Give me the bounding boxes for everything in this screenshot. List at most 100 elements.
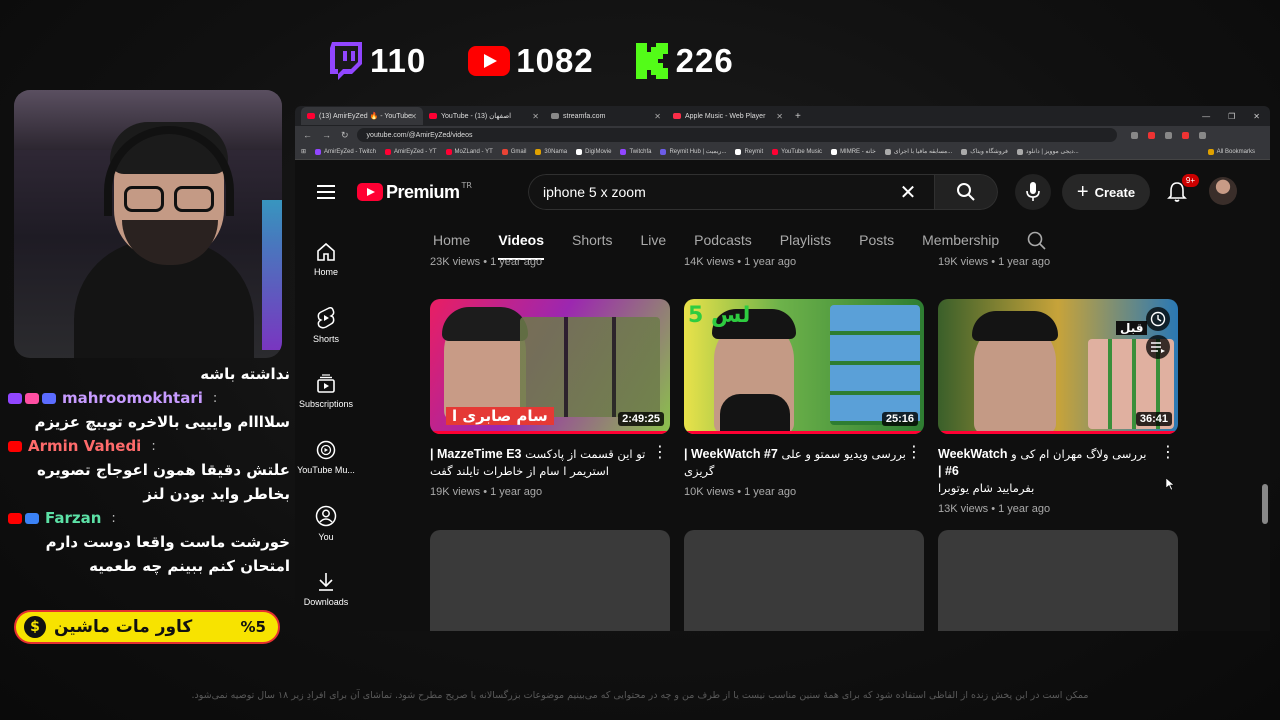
bookmark[interactable]: Reymit (735, 148, 763, 155)
create-button[interactable]: + Create (1062, 174, 1150, 210)
extension-icon[interactable] (1130, 131, 1138, 139)
browser-tab[interactable]: streamfa.com ✕ (545, 107, 667, 125)
close-tab-icon[interactable]: ✕ (410, 112, 417, 121)
extension-icon[interactable] (1164, 131, 1172, 139)
search-input[interactable] (528, 174, 934, 210)
bookmark[interactable]: مسابقه مافیا با اجرای... (884, 148, 952, 155)
tab-posts[interactable]: Posts (859, 224, 894, 256)
sidebar-item-you[interactable]: You (295, 490, 357, 556)
page-scrollbar[interactable] (1262, 484, 1268, 524)
close-tab-icon[interactable]: ✕ (776, 112, 783, 121)
url-field[interactable]: youtube.com/@AmirEyZed/videos (356, 128, 1117, 142)
video-thumbnail[interactable]: قبل 36:41 (938, 299, 1178, 434)
tab-home[interactable]: Home (433, 224, 470, 256)
extension-icon[interactable] (1147, 131, 1155, 139)
logo-text: Premium (386, 181, 460, 202)
sub-badge-icon (42, 392, 56, 404)
chat-message-text: سلاااام وایییی بالاخره تویبچ عزیزم (34, 413, 290, 431)
sidebar-item-subscriptions[interactable]: Subscriptions (295, 358, 357, 424)
thumbnail-overlay-text: لس 5 (688, 303, 751, 328)
notifications-button[interactable]: 9+ (1161, 174, 1199, 208)
sidebar-item-home[interactable]: Home (295, 226, 357, 292)
chat-message-text: خورشت ماست واقعا دوست دارم امتحان کنم بب… (45, 533, 290, 575)
video-thumbnail[interactable]: لس 5 25:16 (684, 299, 924, 434)
tab-videos[interactable]: Videos (498, 224, 544, 260)
youtube-premium-logo[interactable]: Premium TR (357, 181, 472, 203)
bookmark[interactable]: Reymit Hub | ریمیت... (660, 148, 726, 155)
subscriptions-icon (317, 373, 335, 393)
loading-thumbnail-placeholder (430, 530, 670, 631)
video-title[interactable]: تو این قسمت از پادکست MazzeTime E3 | است… (430, 446, 670, 480)
video-thumbnail[interactable]: سام صابری ا 2:49:25 (430, 299, 670, 434)
close-tab-icon[interactable]: ✕ (654, 112, 661, 121)
video-card[interactable]: قبل 36:41 بررسی ولاگ مهران ام کی و WeekW… (938, 299, 1178, 515)
more-options-icon[interactable]: ⋮ (906, 444, 922, 460)
sidebar-item-youtube-music[interactable]: YouTube Mu... (295, 424, 357, 490)
forward-icon[interactable]: → (322, 130, 331, 141)
browser-tab[interactable]: (13) AmirEyZed 🔥 - YouTube ✕ (301, 107, 423, 125)
close-window-icon[interactable]: ✕ (1253, 112, 1260, 121)
bookmark[interactable]: Gmail (501, 148, 526, 155)
chat-overlay: نداشته باشه mahroomokhtari : سلاااام وای… (8, 362, 290, 578)
chat-username[interactable]: Armin Vahedi (28, 437, 141, 455)
more-options-icon[interactable]: ⋮ (1160, 444, 1176, 460)
bookmark[interactable]: 30Nama (535, 148, 567, 155)
tab-playlists[interactable]: Playlists (780, 224, 831, 256)
tab-live[interactable]: Live (640, 224, 666, 256)
close-tab-icon[interactable]: ✕ (532, 112, 539, 121)
bookmark[interactable]: AmirEyZed - Twitch (315, 148, 376, 155)
notification-count: 9+ (1181, 174, 1199, 187)
tab-shorts[interactable]: Shorts (572, 224, 612, 256)
youtube-badge-icon (8, 440, 22, 452)
channel-search-icon[interactable] (1027, 224, 1047, 256)
new-tab-icon[interactable]: + (795, 111, 801, 122)
youtube-icon (468, 46, 511, 76)
all-bookmarks[interactable]: All Bookmarks (1207, 148, 1255, 155)
sidebar-item-shorts[interactable]: Shorts (295, 292, 357, 358)
avatar[interactable] (1209, 177, 1237, 205)
chat-username[interactable]: mahroomokhtari (62, 389, 203, 407)
restore-icon[interactable]: ❐ (1228, 112, 1235, 121)
bookmark[interactable]: Twitchfa (620, 148, 651, 155)
video-meta: 14K views • 1 year ago (684, 256, 797, 268)
bookmark[interactable]: فروشگاه ویتاک (961, 148, 1008, 155)
tab-podcasts[interactable]: Podcasts (694, 224, 752, 256)
sidebar-item-downloads[interactable]: Downloads (295, 556, 357, 622)
voice-search-button[interactable] (1015, 174, 1051, 210)
bookmark[interactable]: MoZLand - YT (445, 148, 493, 155)
bookmark[interactable]: AmirEyZed - YT (384, 148, 437, 155)
bookmark[interactable]: دیجی موویز | دانلود... (1016, 148, 1079, 155)
back-icon[interactable]: ← (303, 130, 312, 141)
globe-favicon-icon (551, 113, 559, 119)
menu-icon[interactable] (1198, 131, 1206, 139)
apps-icon[interactable]: ⊞ (301, 148, 306, 155)
more-options-icon[interactable]: ⋮ (652, 444, 668, 460)
youtube-stat: 1082 (468, 42, 593, 80)
extension-icon[interactable] (1181, 131, 1189, 139)
sidebar-label: You (318, 531, 334, 542)
video-title[interactable]: بررسی ولاگ مهران ام کی و WeekWatch #6 | … (938, 446, 1178, 497)
browser-tab[interactable]: YouTube - اصفهان (13) ✕ (423, 107, 545, 125)
reload-icon[interactable]: ↻ (341, 130, 349, 141)
video-card[interactable]: سام صابری ا 2:49:25 تو این قسمت از پادکس… (430, 299, 670, 498)
kick-stat: 226 (635, 42, 734, 80)
video-title[interactable]: بررسی ویدیو سمتو و علی WeekWatch #7 | گر… (684, 446, 924, 480)
coin-icon: $ (22, 614, 48, 640)
watch-later-icon[interactable] (1146, 307, 1170, 331)
sidebar-label: Subscriptions (298, 398, 354, 409)
add-to-queue-icon[interactable] (1146, 335, 1170, 359)
bookmark[interactable]: YouTube Music (772, 148, 822, 155)
clear-search-icon[interactable]: ✕ (898, 182, 918, 202)
bookmark[interactable]: MIMRE - خانه (831, 148, 876, 155)
webcam-feed (14, 90, 282, 358)
sidebar-label: Home (313, 266, 338, 277)
browser-tab[interactable]: Apple Music - Web Player ✕ (667, 107, 789, 125)
bookmark[interactable]: DigiMovie (576, 148, 611, 155)
minimize-icon[interactable]: — (1202, 112, 1210, 121)
chat-username[interactable]: Farzan (45, 509, 101, 527)
search-button[interactable] (934, 174, 998, 210)
video-card[interactable]: لس 5 25:16 بررسی ویدیو سمتو و علی WeekWa… (684, 299, 924, 498)
menu-hamburger-icon[interactable] (317, 181, 335, 203)
browser-window: (13) AmirEyZed 🔥 - YouTube ✕ YouTube - ا… (295, 106, 1270, 631)
tab-membership[interactable]: Membership (922, 224, 999, 256)
